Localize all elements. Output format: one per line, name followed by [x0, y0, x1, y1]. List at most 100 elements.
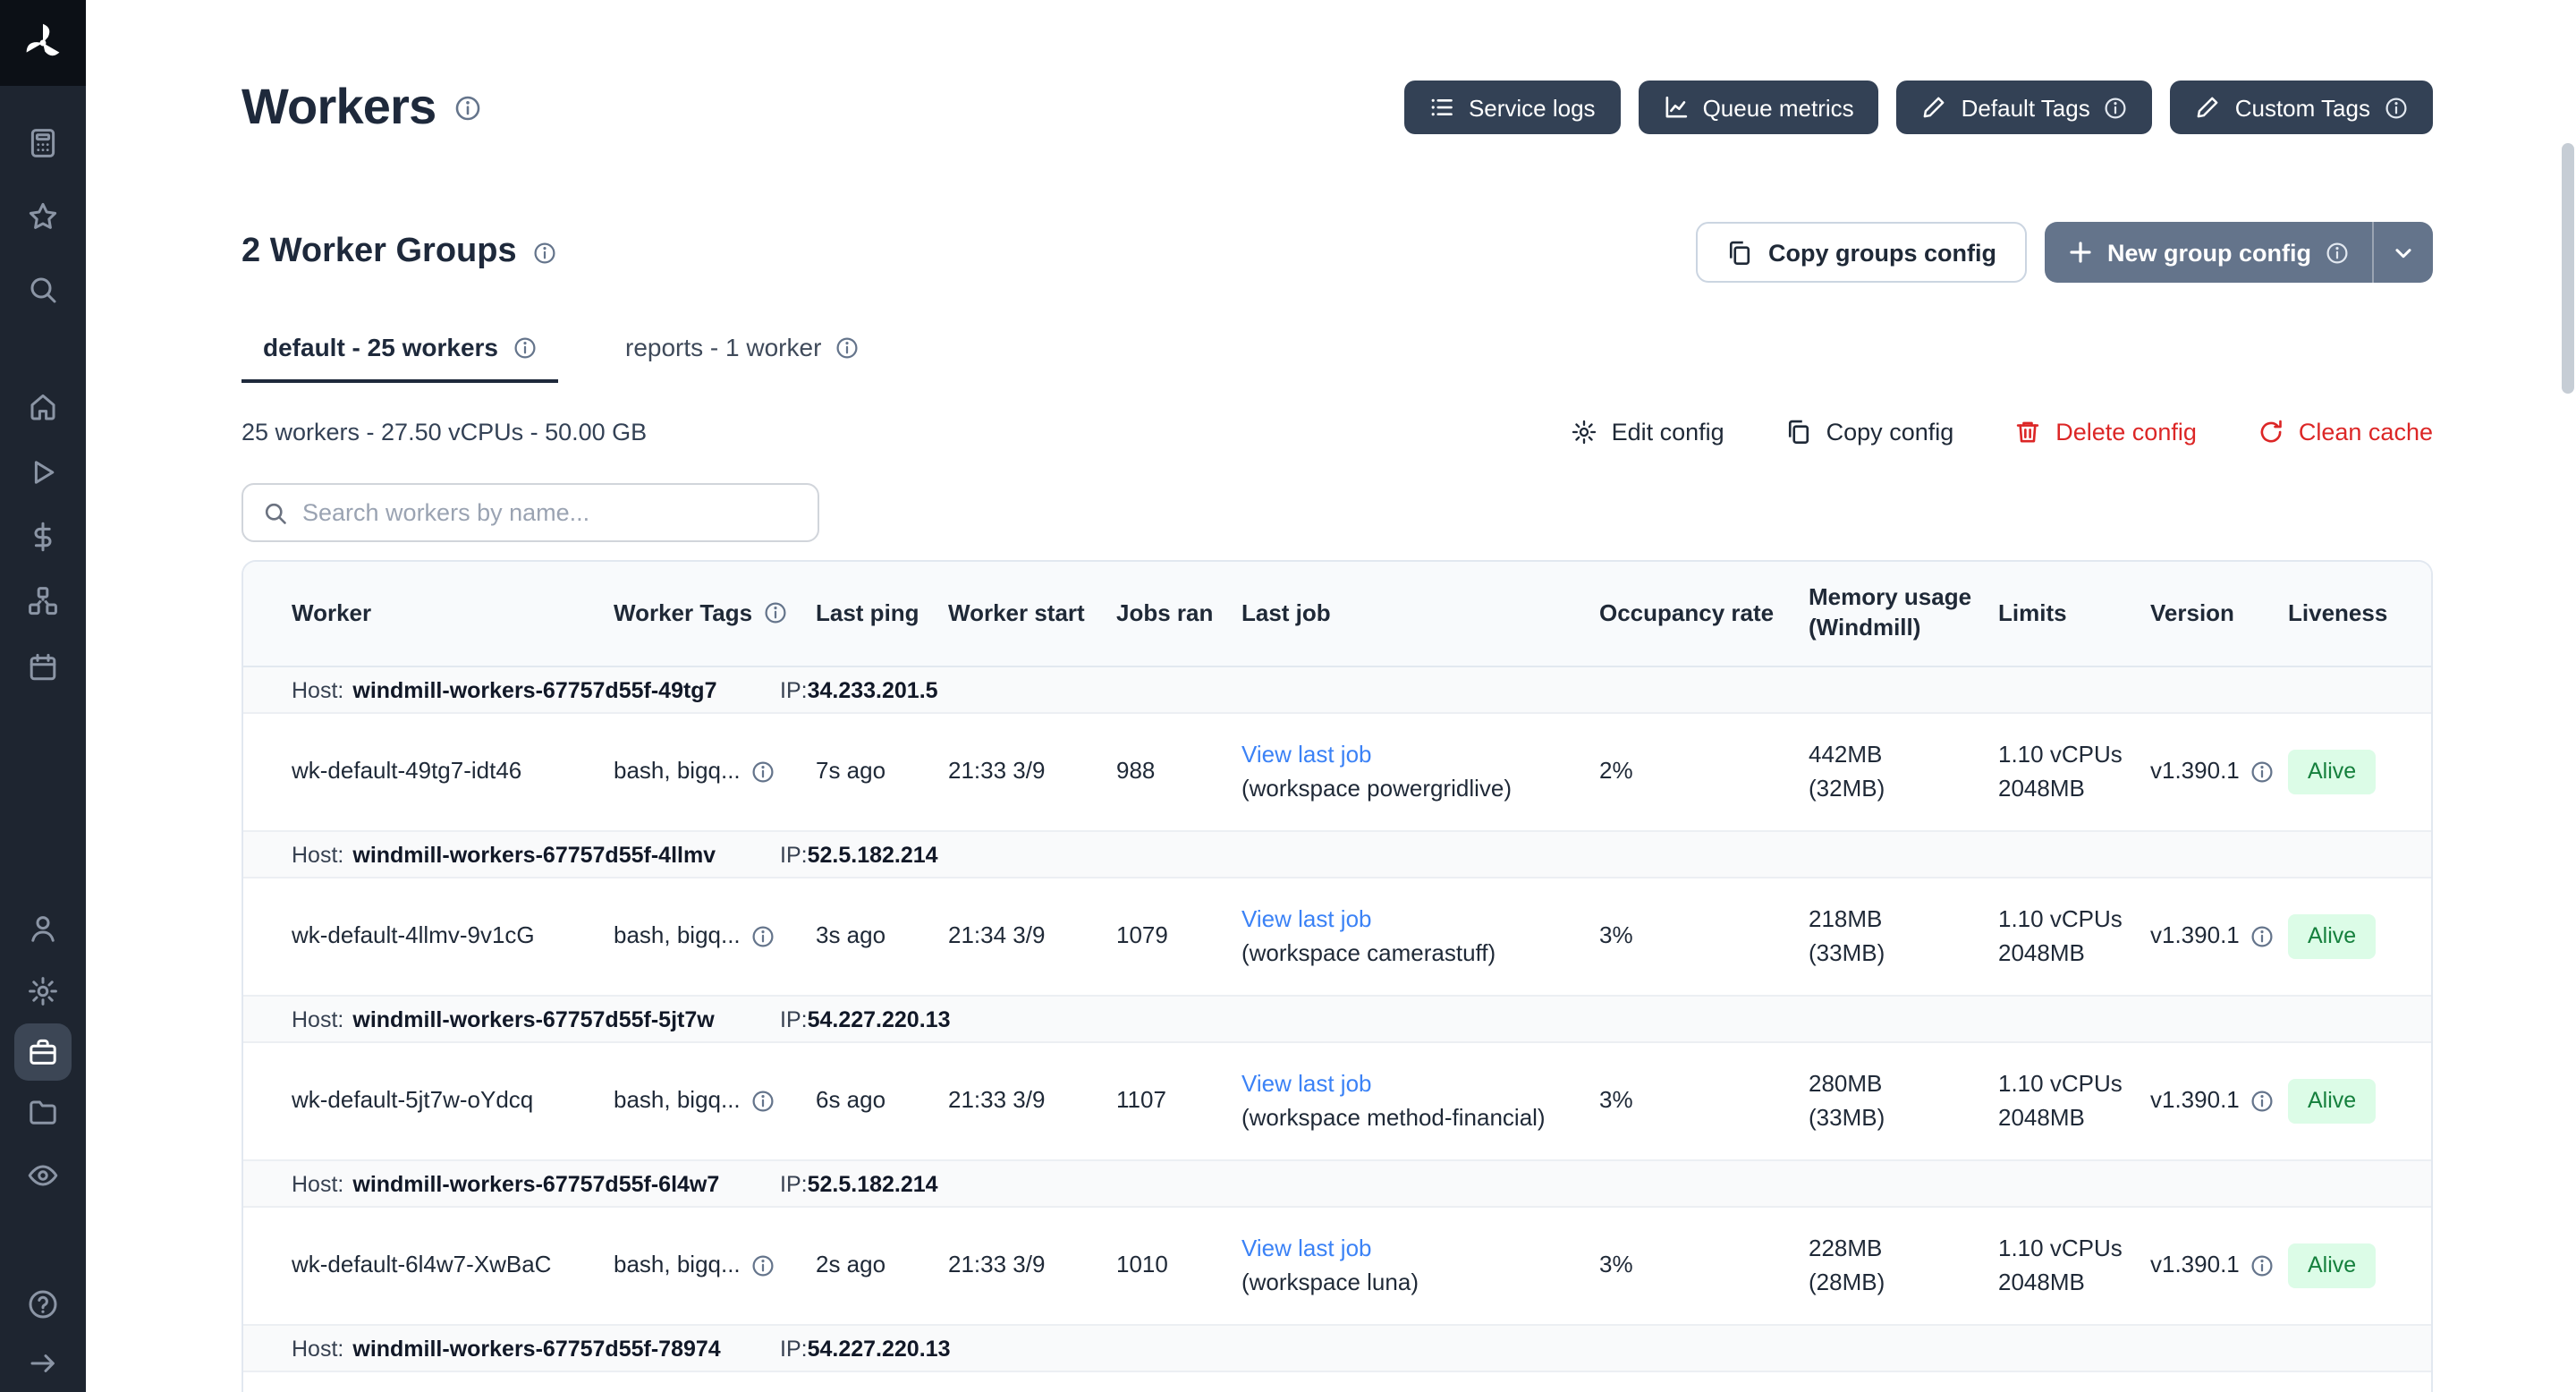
groups-heading-info-icon[interactable] — [533, 241, 556, 264]
host-name: windmill-workers-67757d55f-78974 — [352, 1336, 720, 1361]
collapse-arrow-icon[interactable] — [27, 1347, 59, 1379]
col-jobs-ran: Jobs ran — [1116, 598, 1241, 629]
resources-boxes-icon[interactable] — [27, 585, 59, 617]
search-icon[interactable] — [27, 274, 59, 306]
memory-usage: 280MB (33MB) — [1809, 1067, 1998, 1134]
chart-icon — [1664, 95, 1689, 120]
worker-row: wk-default-5jt7w-oYdcq bash, bigq... 6s … — [243, 1043, 2431, 1161]
service-logs-button[interactable]: Service logs — [1404, 81, 1621, 134]
view-last-job-link[interactable]: View last job — [1241, 1067, 1585, 1101]
version-info-icon[interactable] — [2250, 1254, 2274, 1277]
version-info-icon[interactable] — [2250, 925, 2274, 948]
default-tags-button[interactable]: Default Tags — [1897, 81, 2153, 134]
new-group-config-button[interactable]: New group config — [2045, 222, 2433, 283]
tags-info-icon[interactable] — [751, 925, 775, 948]
host-name: windmill-workers-67757d55f-4llmv — [352, 842, 716, 867]
search-input[interactable] — [302, 499, 798, 526]
host-label: Host: — [292, 1171, 343, 1196]
last-job: View last job (workspace luna) — [1241, 1232, 1599, 1299]
copy-groups-config-button[interactable]: Copy groups config — [1695, 222, 2027, 283]
last-job-workspace: (workspace method-financial) — [1241, 1101, 1585, 1135]
col-limits: Limits — [1998, 598, 2150, 629]
col-occupancy-rate: Occupancy rate — [1599, 598, 1809, 629]
search-icon — [263, 500, 288, 525]
version-info-icon[interactable] — [2250, 1090, 2274, 1113]
workers-table: Worker Worker Tags Last ping Worker star… — [242, 560, 2433, 1392]
col-memory-usage: Memory usage (Windmill) — [1809, 583, 1998, 644]
view-last-job-link[interactable]: View last job — [1241, 903, 1585, 937]
last-ping: 7s ago — [816, 755, 948, 789]
default-tags-info-icon[interactable] — [2105, 96, 2128, 119]
liveness: Alive — [2288, 751, 2431, 794]
worker-name: wk-default-6l4w7-XwBaC — [292, 1249, 614, 1283]
ip-label: IP: — [780, 677, 808, 702]
config-actions: Edit config Copy config Delete config — [1571, 418, 2433, 445]
worker-search — [242, 483, 819, 542]
page-scrollbar[interactable] — [2562, 143, 2574, 394]
tab-reports-info-icon[interactable] — [835, 335, 859, 359]
tab-reports[interactable]: reports - 1 worker — [604, 333, 880, 383]
tab-default-info-icon[interactable] — [513, 335, 536, 359]
runs-play-icon[interactable] — [27, 456, 59, 488]
tab-default[interactable]: default - 25 workers — [242, 333, 557, 383]
folders-icon[interactable] — [27, 1097, 59, 1129]
ip-label: IP: — [780, 1336, 808, 1361]
home-icon[interactable] — [27, 390, 59, 422]
ip-label: IP: — [780, 1006, 808, 1031]
variables-dollar-icon[interactable] — [27, 521, 59, 553]
tags-info-icon[interactable] — [751, 1254, 775, 1277]
custom-tags-button[interactable]: Custom Tags — [2171, 81, 2433, 134]
view-last-job-link[interactable]: View last job — [1241, 1232, 1585, 1266]
host-row: Host:windmill-workers-67757d55f-5jt7w IP… — [243, 997, 2431, 1043]
col-worker-tags: Worker Tags — [614, 598, 816, 629]
ip-label: IP: — [780, 842, 808, 867]
host-label: Host: — [292, 842, 343, 867]
trash-icon — [2014, 418, 2041, 445]
users-person-icon[interactable] — [27, 912, 59, 945]
audit-eye-icon[interactable] — [27, 1159, 59, 1192]
new-group-config-info-icon[interactable] — [2326, 241, 2349, 264]
worker-start: 21:33 3/9 — [948, 1084, 1116, 1118]
edit-config-button[interactable]: Edit config — [1571, 418, 1724, 445]
tags-info-icon[interactable] — [751, 760, 775, 784]
page-title-info-icon[interactable] — [454, 94, 481, 121]
new-group-config-dropdown[interactable] — [2372, 222, 2433, 283]
worker-tags-info-icon[interactable] — [763, 602, 786, 625]
worker-name: wk-default-4llmv-9v1cG — [292, 920, 614, 954]
occupancy-rate: 3% — [1599, 1084, 1809, 1118]
windmill-logo[interactable] — [0, 0, 86, 86]
memory-usage: 442MB (32MB) — [1809, 738, 1998, 805]
custom-tags-info-icon[interactable] — [2385, 96, 2408, 119]
delete-config-button[interactable]: Delete config — [2014, 418, 2197, 445]
worker-name: wk-default-5jt7w-oYdcq — [292, 1084, 614, 1118]
queue-metrics-button[interactable]: Queue metrics — [1639, 81, 1879, 134]
memory-usage: 228MB (28MB) — [1809, 1232, 1998, 1299]
worker-tags: bash, bigq... — [614, 1249, 816, 1283]
liveness: Alive — [2288, 1244, 2431, 1287]
jobs-ran: 1107 — [1116, 1084, 1241, 1118]
schedules-calendar-icon[interactable] — [27, 651, 59, 683]
copy-config-button[interactable]: Copy config — [1785, 418, 1954, 445]
host-label: Host: — [292, 1336, 343, 1361]
last-ping: 2s ago — [816, 1249, 948, 1283]
version: v1.390.1 — [2150, 755, 2288, 789]
view-last-job-link[interactable]: View last job — [1241, 738, 1585, 772]
tags-info-icon[interactable] — [751, 1090, 775, 1113]
groups-header: 2 Worker Groups Copy groups config — [242, 222, 2433, 283]
workspace-grid-icon[interactable] — [27, 127, 59, 159]
favorites-star-icon[interactable] — [27, 200, 59, 233]
page-title: Workers — [242, 79, 481, 136]
version-info-icon[interactable] — [2250, 760, 2274, 784]
settings-gear-icon[interactable] — [27, 975, 59, 1007]
groups-heading: 2 Worker Groups — [242, 233, 556, 272]
group-summary: 25 workers - 27.50 vCPUs - 50.00 GB — [242, 418, 647, 445]
host-row: Host: windmill-workers-67757d55f-4llmv IP… — [243, 832, 2431, 878]
page-header: Workers Service logs Queue — [242, 79, 2433, 136]
last-job: View last job (workspace camerastuff) — [1241, 903, 1599, 970]
clean-cache-button[interactable]: Clean cache — [2258, 418, 2433, 445]
sidebar-item-workers[interactable] — [14, 1023, 72, 1081]
workers-briefcase-icon — [27, 1036, 59, 1068]
help-icon[interactable] — [27, 1288, 59, 1320]
worker-tags: bash, bigq... — [614, 1084, 816, 1118]
occupancy-rate: 3% — [1599, 1249, 1809, 1283]
